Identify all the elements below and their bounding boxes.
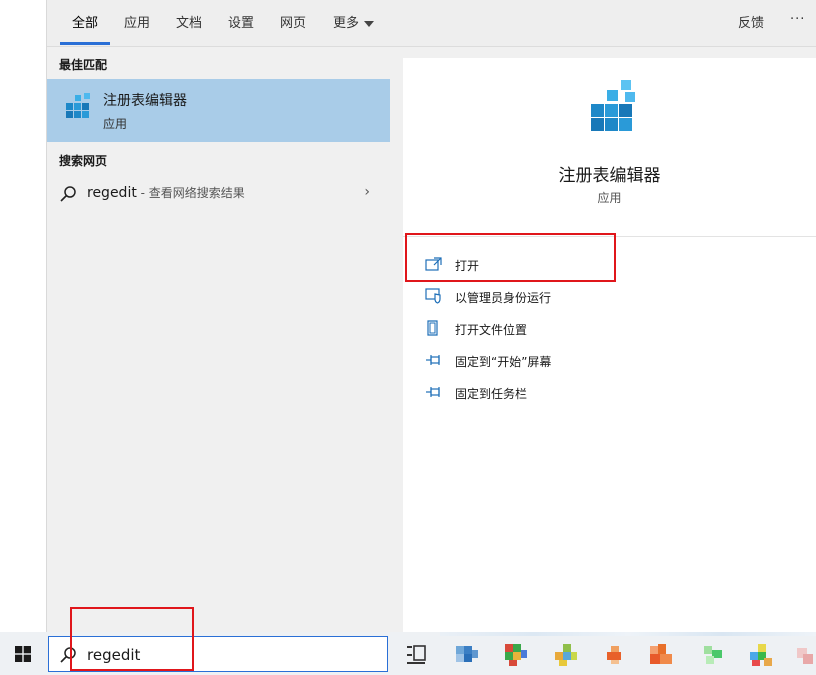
- open-highlight-box: [405, 233, 616, 282]
- tab-documents[interactable]: 文档: [176, 12, 202, 31]
- run-as-admin-label: 以管理员身份运行: [455, 291, 552, 305]
- web-search-text: regedit - 查看网络搜索结果: [87, 184, 245, 201]
- pixelated-app-icon[interactable]: [700, 642, 726, 668]
- app-detail-panel: 注册表编辑器 应用 打开 以管理员身份运行 打开文件位置 固定到“开始”屏幕 固…: [403, 58, 816, 632]
- web-search-query: regedit: [87, 185, 137, 201]
- best-match-item[interactable]: 注册表编辑器 应用: [47, 79, 390, 142]
- tab-apps[interactable]: 应用: [124, 12, 150, 31]
- pin-to-start-label: 固定到“开始”屏幕: [455, 355, 552, 369]
- open-file-location-action[interactable]: 打开文件位置: [425, 319, 625, 339]
- web-search-suffix: - 查看网络搜索结果: [136, 186, 245, 200]
- pixelated-app-icon[interactable]: [793, 642, 816, 668]
- pixelated-app-icon[interactable]: [454, 642, 480, 668]
- chevron-down-icon: [364, 20, 375, 27]
- tab-more[interactable]: 更多: [333, 12, 375, 31]
- best-match-title: 注册表编辑器: [103, 93, 187, 109]
- more-options-button[interactable]: ···: [790, 12, 805, 27]
- pixelated-app-icon[interactable]: [603, 642, 629, 668]
- desktop-left-strip: [0, 0, 47, 632]
- task-view-icon[interactable]: [404, 642, 430, 668]
- search-highlight-box: [70, 607, 194, 671]
- pixelated-app-icon[interactable]: [553, 642, 579, 668]
- tab-all[interactable]: 全部: [72, 12, 98, 31]
- feedback-button[interactable]: 反馈: [738, 12, 764, 31]
- active-tab-indicator: [60, 42, 110, 45]
- best-match-heading: 最佳匹配: [59, 58, 108, 72]
- file-location-icon: [427, 320, 438, 336]
- pin-to-taskbar-action[interactable]: 固定到任务栏: [425, 383, 625, 403]
- pixelated-app-icon[interactable]: [748, 642, 774, 668]
- tab-more-label: 更多: [333, 16, 360, 31]
- search-icon: [60, 186, 76, 202]
- pin-icon: [426, 355, 440, 365]
- start-button[interactable]: [0, 632, 46, 675]
- pixelated-app-icon[interactable]: [503, 642, 529, 668]
- pin-to-taskbar-label: 固定到任务栏: [455, 387, 528, 401]
- search-panel: 全部 应用 文档 设置 网页 更多 反馈 ··· 最佳匹配 注册表编辑器 应用 …: [47, 0, 816, 632]
- best-match-subtitle: 应用: [103, 117, 128, 131]
- pin-to-start-action[interactable]: 固定到“开始”屏幕: [425, 351, 625, 371]
- pin-icon: [426, 387, 440, 397]
- registry-editor-icon: [66, 93, 90, 118]
- registry-editor-large-icon: [591, 80, 635, 131]
- web-search-heading: 搜索网页: [59, 154, 108, 168]
- pixelated-app-icon[interactable]: [648, 642, 674, 668]
- tab-web[interactable]: 网页: [280, 12, 306, 31]
- web-search-result[interactable]: regedit - 查看网络搜索结果 ›: [47, 176, 390, 210]
- shield-icon: [425, 288, 441, 304]
- tab-settings[interactable]: 设置: [228, 12, 254, 31]
- taskbar-blur-strip: [440, 632, 816, 636]
- windows-logo-icon: [15, 646, 31, 662]
- run-as-admin-action[interactable]: 以管理员身份运行: [425, 287, 625, 307]
- chevron-right-icon[interactable]: ›: [364, 184, 370, 200]
- detail-subtitle: 应用: [597, 191, 622, 205]
- detail-title: 注册表编辑器: [558, 166, 661, 186]
- search-tabs-bar: 全部 应用 文档 设置 网页 更多 反馈 ···: [47, 0, 816, 47]
- open-file-location-label: 打开文件位置: [455, 323, 528, 337]
